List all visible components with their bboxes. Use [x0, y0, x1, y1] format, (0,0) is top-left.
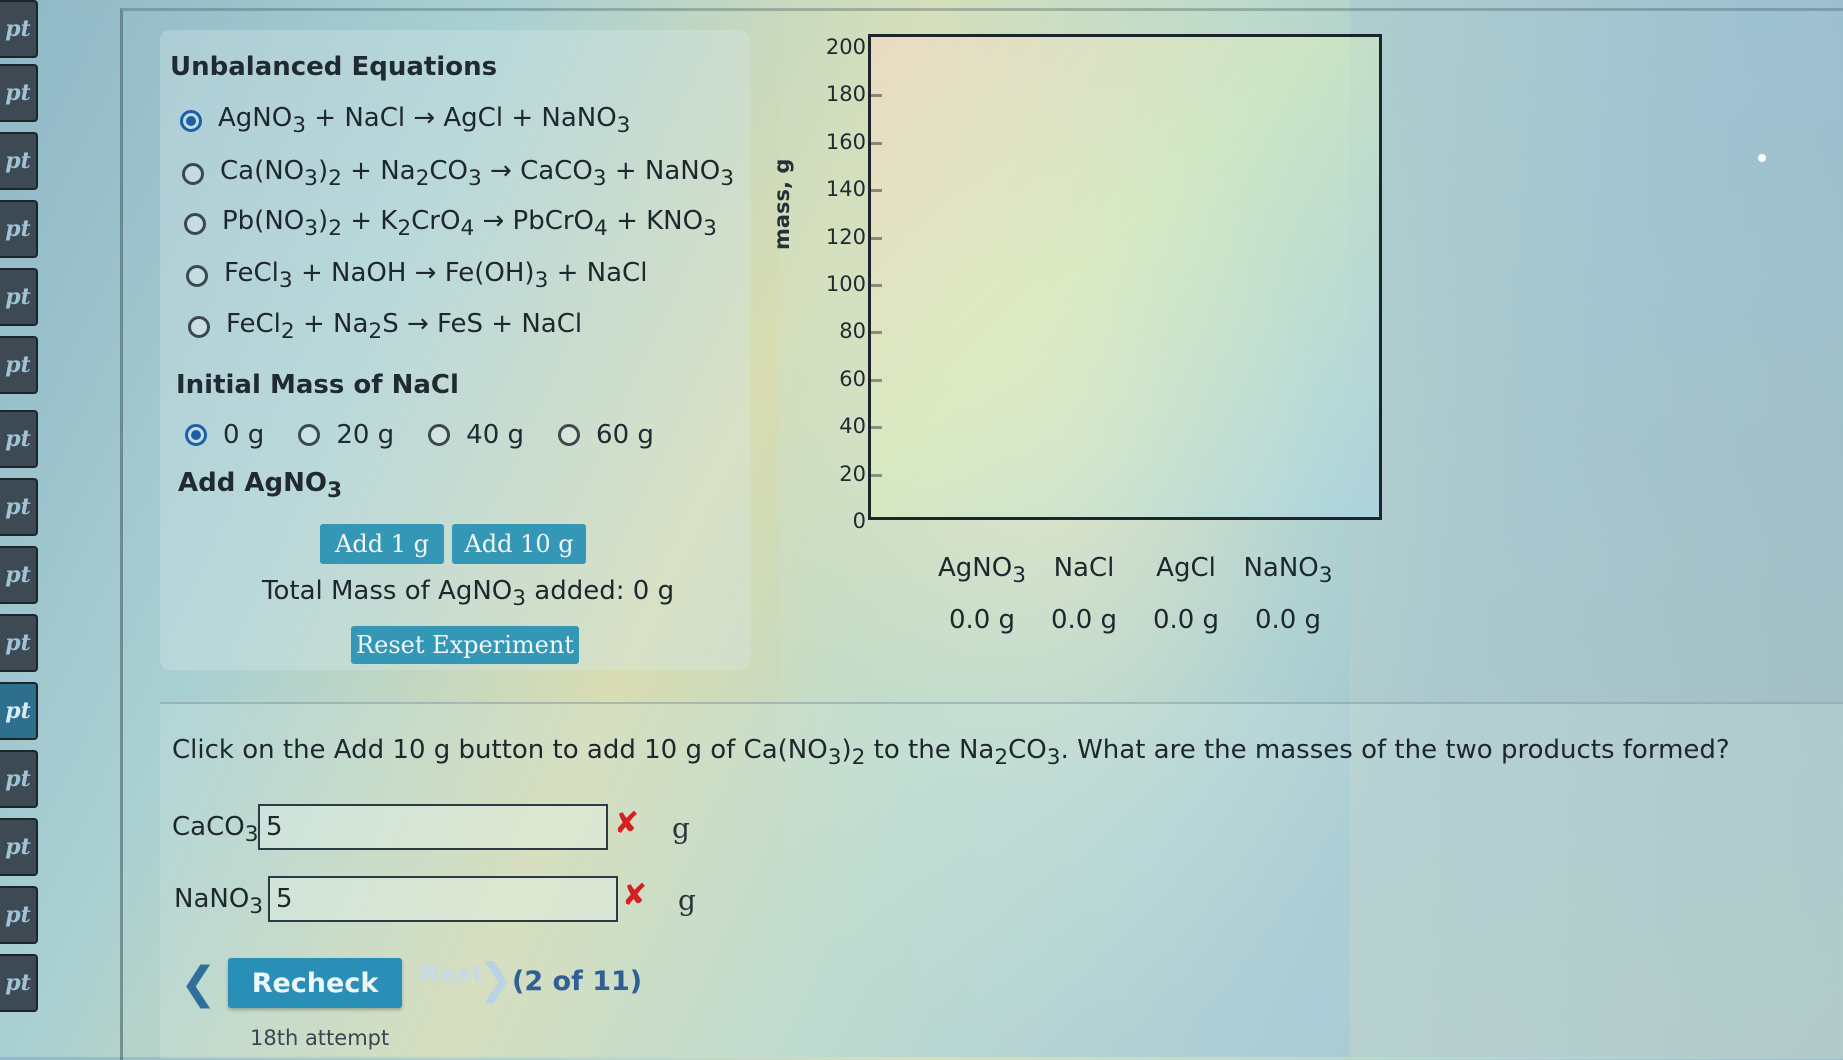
answer-label-nano3: NaNO3 [174, 884, 264, 920]
y-tick-label: 200 [825, 35, 866, 59]
next-chevron-icon[interactable]: ❯ [478, 954, 513, 1003]
attempt-count: 18th attempt [250, 1026, 390, 1050]
equation-text-3: Pb(NO3)2 + K2CrO4 → PbCrO4 + KNO3 [222, 206, 717, 242]
category-label: AgCl [1156, 553, 1216, 583]
sidebar-tab-6[interactable]: pt [0, 336, 38, 394]
radio-icon[interactable] [298, 424, 321, 446]
y-tick-label: 140 [825, 177, 866, 202]
initial-mass-heading: Initial Mass of NaCl [176, 370, 459, 400]
incorrect-icon: ✘ [614, 806, 640, 841]
y-tick-label: 60 [839, 366, 866, 391]
reset-experiment-button[interactable]: Reset Experiment [351, 626, 579, 664]
previous-chevron-icon[interactable]: ❮ [180, 958, 217, 1009]
mass-option-label: 0 g [223, 420, 265, 450]
sidebar-tab-8[interactable]: pt [0, 478, 38, 536]
equation-text-2: Ca(NO3)2 + Na2CO3 → CaCO3 + NaNO3 [220, 156, 734, 192]
add-10g-button[interactable]: Add 10 g [452, 524, 586, 564]
sidebar-tab-10[interactable]: pt [0, 614, 38, 672]
equation-option-2[interactable]: Ca(NO3)2 + Na2CO3 → CaCO3 + NaNO3 [182, 156, 734, 191]
radio-icon[interactable] [186, 264, 208, 287]
y-tick-label: 180 [825, 82, 866, 107]
sidebar-tab-1[interactable]: pt [0, 0, 38, 58]
category-value-label: 0.0 g [1152, 605, 1220, 635]
unit-label: g [672, 812, 690, 845]
radio-selected-icon[interactable] [185, 424, 207, 446]
equation-option-3[interactable]: Pb(NO3)2 + K2CrO4 → PbCrO4 + KNO3 [184, 206, 717, 241]
sidebar-tab-2[interactable]: pt [0, 64, 38, 122]
equation-text-4: FeCl3 + NaOH → Fe(OH)3 + NaCl [224, 258, 648, 294]
equations-heading: Unbalanced Equations [170, 52, 498, 82]
radio-icon[interactable] [188, 315, 210, 338]
category-value-label: 0.0 g [948, 605, 1016, 635]
y-tick-label: 80 [839, 319, 866, 344]
y-tick-label: 0 [852, 509, 866, 533]
y-tick-label: 120 [825, 224, 866, 249]
recheck-button[interactable]: Recheck [228, 958, 402, 1008]
category-value-label: 0.0 g [1254, 605, 1322, 635]
radio-icon[interactable] [558, 424, 581, 446]
sidebar-tab-13[interactable]: pt [0, 818, 38, 876]
sidebar-tab-4[interactable]: pt [0, 200, 38, 258]
equation-option-4[interactable]: FeCl3 + NaOH → Fe(OH)3 + NaCl [186, 258, 647, 293]
initial-mass-options: 0 g 20 g 40 g 60 g [185, 420, 688, 450]
y-axis-label: mass, g [770, 158, 794, 250]
question-text: Click on the Add 10 g button to add 10 g… [172, 735, 1730, 771]
question-progress: (2 of 11) [512, 966, 643, 997]
equation-option-5[interactable]: FeCl2 + Na2S → FeS + NaCl [188, 309, 582, 344]
mass-option-label: 40 g [466, 420, 525, 450]
equation-text-5: FeCl2 + Na2S → FeS + NaCl [226, 309, 583, 345]
y-tick-label: 160 [825, 129, 866, 154]
mass-bar-chart [868, 34, 1382, 520]
y-tick-label: 40 [839, 414, 866, 439]
caco3-mass-input[interactable] [258, 804, 608, 850]
radio-selected-icon[interactable] [180, 109, 202, 132]
radio-icon[interactable] [428, 424, 451, 446]
mass-option-40g[interactable]: 40 g [428, 420, 524, 450]
answer-label-caco3: CaCO3 [172, 812, 259, 848]
sidebar-tab-7[interactable]: pt [0, 410, 38, 468]
radio-icon[interactable] [182, 162, 204, 185]
equation-text-1: AgNO3 + NaCl → AgCl + NaNO3 [218, 103, 631, 139]
mass-option-label: 60 g [596, 420, 654, 450]
add-1g-button[interactable]: Add 1 g [320, 524, 444, 564]
sidebar-tab-15[interactable]: pt [0, 954, 38, 1012]
sidebar-tab-12[interactable]: pt [0, 750, 38, 808]
next-button[interactable]: Next [420, 960, 483, 988]
mass-option-20g[interactable]: 20 g [298, 420, 394, 450]
sidebar-tab-5[interactable]: pt [0, 268, 38, 326]
radio-icon[interactable] [184, 212, 206, 235]
mass-option-0g[interactable]: 0 g [185, 420, 264, 450]
mass-option-label: 20 g [336, 420, 395, 450]
category-label: AgNO3 [938, 553, 1026, 589]
mass-option-60g[interactable]: 60 g [558, 420, 654, 450]
sidebar-tab-9[interactable]: pt [0, 546, 38, 604]
total-mass-added: Total Mass of AgNO3 added: 0 g [262, 576, 675, 612]
sidebar-tab-11-active[interactable]: pt [0, 682, 38, 740]
unit-label: g [678, 884, 696, 917]
equation-option-1[interactable]: AgNO3 + NaCl → AgCl + NaNO3 [180, 103, 630, 138]
category-value-label: 0.0 g [1050, 605, 1118, 635]
add-reagent-heading: Add AgNO3 [178, 468, 343, 504]
incorrect-icon: ✘ [622, 878, 648, 913]
y-tick-label: 20 [839, 461, 866, 486]
sidebar-tab-14[interactable]: pt [0, 886, 38, 944]
nano3-mass-input[interactable] [268, 876, 618, 922]
category-label: NaCl [1053, 553, 1115, 583]
question-sidebar: pt pt pt pt pt pt pt pt pt pt pt pt pt p… [0, 0, 42, 1057]
y-tick-label: 100 [825, 272, 866, 296]
category-label: NaNO3 [1243, 553, 1333, 589]
sidebar-tab-3[interactable]: pt [0, 132, 38, 190]
